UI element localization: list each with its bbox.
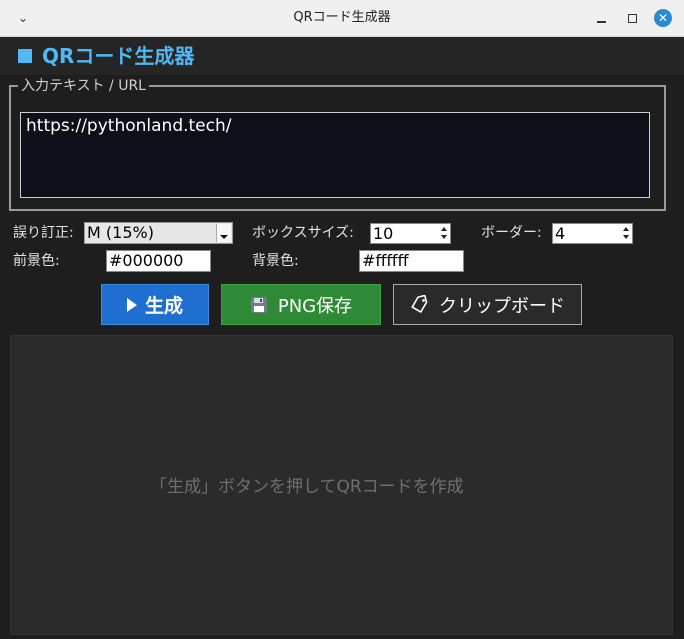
app-window: ⌄ QRコード生成器 ✕ QRコード生成器 入力テキスト / URL https…	[0, 0, 684, 639]
window-title: QRコード生成器	[293, 10, 391, 25]
chevron-down-icon[interactable]	[216, 224, 231, 242]
save-png-button[interactable]: PNG保存	[221, 284, 381, 325]
spin-arrows	[621, 225, 631, 242]
arrow-down-icon[interactable]	[621, 234, 631, 242]
error-correction-label: 誤り訂正:	[13, 225, 74, 241]
error-correction-value: M (15%)	[87, 223, 154, 242]
generate-button[interactable]: 生成	[101, 284, 209, 325]
box-size-spinbox[interactable]: 10	[370, 223, 451, 244]
app-header: QRコード生成器	[0, 37, 684, 75]
clipboard-button-label: クリップボード	[439, 295, 565, 317]
clipboard-button[interactable]: クリップボード	[393, 284, 582, 325]
save-png-button-label: PNG保存	[277, 295, 353, 317]
spin-arrows	[439, 225, 449, 242]
close-icon[interactable]: ✕	[654, 9, 672, 27]
text-input[interactable]: https://pythonland.tech/	[20, 112, 650, 198]
qr-preview-area: 「生成」ボタンを押してQRコードを作成	[10, 335, 673, 635]
maximize-icon[interactable]	[623, 9, 641, 27]
border-spinbox[interactable]: 4	[552, 223, 633, 244]
generate-button-label: 生成	[144, 295, 183, 317]
box-size-value: 10	[373, 224, 394, 243]
arrow-up-icon[interactable]	[439, 225, 449, 233]
input-group: 入力テキスト / URL https://pythonland.tech/	[9, 78, 666, 211]
tag-icon	[411, 294, 428, 313]
arrow-up-icon[interactable]	[621, 225, 631, 233]
square-icon	[18, 49, 32, 63]
floppy-disk-icon	[250, 296, 267, 313]
play-icon	[126, 297, 137, 312]
border-label: ボーダー:	[481, 225, 542, 241]
foreground-color-input[interactable]: #000000	[106, 250, 211, 272]
background-color-input[interactable]: #ffffff	[359, 250, 464, 272]
page-title: QRコード生成器	[42, 44, 195, 68]
foreground-color-label: 前景色:	[13, 253, 60, 269]
background-color-label: 背景色:	[252, 253, 299, 269]
border-value: 4	[555, 224, 566, 243]
title-bar: ⌄ QRコード生成器 ✕	[0, 0, 684, 37]
arrow-down-icon[interactable]	[439, 234, 449, 242]
preview-placeholder: 「生成」ボタンを押してQRコードを作成	[150, 477, 464, 497]
box-size-label: ボックスサイズ:	[252, 225, 354, 241]
minimize-icon[interactable]	[592, 9, 610, 27]
error-correction-select[interactable]: M (15%)	[84, 222, 233, 244]
input-legend: 入力テキスト / URL	[21, 78, 146, 94]
